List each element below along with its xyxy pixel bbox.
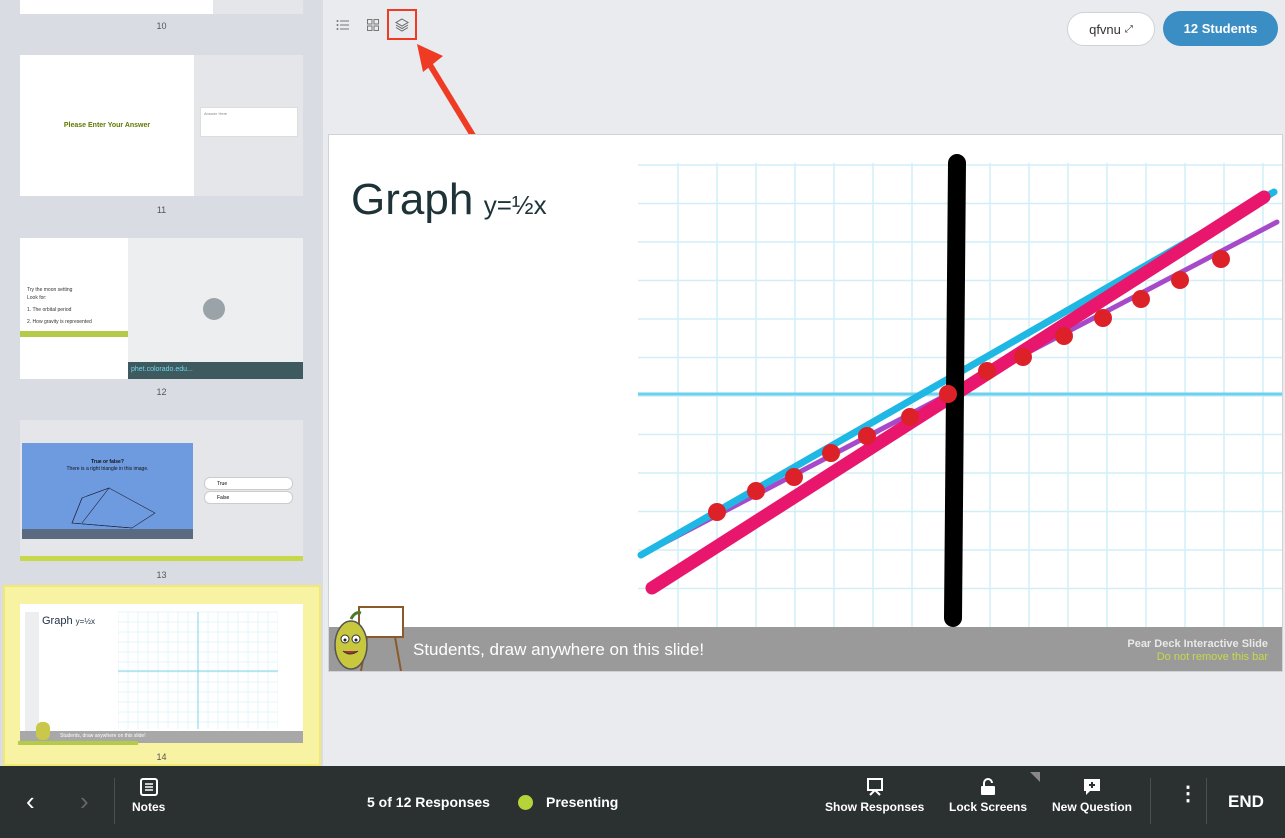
- answer-box: Answer Here: [200, 107, 298, 137]
- pear-deck-footer-bar: Students, draw anywhere on this slide! P…: [329, 627, 1282, 671]
- slide-thumbnail-10[interactable]: [20, 0, 303, 14]
- add-question-icon: [1084, 779, 1100, 795]
- layers-view-button[interactable]: [387, 9, 417, 40]
- drawn-dot: [1212, 250, 1230, 268]
- option-true: True: [204, 477, 293, 490]
- prev-slide-button[interactable]: ‹: [26, 788, 35, 814]
- responses-count[interactable]: 5 of 12 Responses: [367, 794, 490, 810]
- drawn-dot: [1132, 290, 1150, 308]
- dropdown-corner-icon[interactable]: [1030, 772, 1040, 782]
- drawn-dot: [747, 482, 765, 500]
- drawn-dot: [1171, 271, 1189, 289]
- slide-number: 14: [156, 752, 167, 762]
- current-slide[interactable]: Graph y=½x Students, draw anywhere on th…: [328, 134, 1283, 672]
- slide-title: Graph: [42, 615, 73, 627]
- grid-thumbnail: [118, 611, 278, 729]
- slide-prompt: Please Enter Your Answer: [63, 122, 151, 129]
- drawn-dot: [1014, 348, 1032, 366]
- more-options-icon[interactable]: ⋮: [1178, 784, 1198, 804]
- list-view-button[interactable]: [330, 12, 356, 38]
- pear-deck-app: 10 Please Enter Your Answer Answer Here …: [0, 0, 1285, 838]
- pear-mascot-icon: [334, 606, 404, 671]
- grid-icon: [367, 19, 379, 31]
- slide-formula: y=½x: [75, 617, 95, 626]
- students-button[interactable]: 12 Students: [1163, 11, 1278, 46]
- footer-note: Do not remove this bar: [1156, 651, 1268, 663]
- slide-thumbnail-14[interactable]: Graph y=½x Students, draw anywhere on th…: [20, 604, 303, 743]
- globe-icon: [203, 298, 225, 320]
- bottom-toolbar: ‹ › Notes 5 of 12 Responses Presenting S…: [0, 766, 1285, 838]
- slide-thumbnail-12[interactable]: Try the moon setting Look for: 1. The or…: [20, 238, 303, 379]
- slide-number: 12: [156, 387, 167, 397]
- lock-screens-label: Lock Screens: [949, 800, 1028, 814]
- new-question-button[interactable]: New Question: [1052, 778, 1132, 814]
- slide-number: 11: [156, 205, 167, 215]
- grid-view-button[interactable]: [360, 12, 386, 38]
- presenting-status-dot: [518, 795, 533, 810]
- show-responses-button[interactable]: Show Responses: [825, 778, 924, 814]
- drawn-dot: [1055, 327, 1073, 345]
- footer-brand: Pear Deck Interactive Slide: [1127, 638, 1268, 650]
- drawn-dot: [858, 427, 876, 445]
- slide-number: 13: [156, 570, 167, 580]
- triangle-diagram: [71, 487, 156, 529]
- presenting-status: Presenting: [546, 794, 619, 810]
- slide-text-line: Look for:: [27, 295, 47, 301]
- session-code-button[interactable]: qfvnu ⤢: [1067, 12, 1155, 46]
- drawn-dot: [939, 385, 957, 403]
- slide-thumbnail-11[interactable]: Please Enter Your Answer Answer Here: [20, 55, 303, 196]
- slide-sidebar[interactable]: 10 Please Enter Your Answer Answer Here …: [0, 0, 323, 766]
- slide-number: 10: [156, 21, 167, 31]
- drawn-dot: [785, 468, 803, 486]
- slide-text-line: 1. The orbital period: [27, 307, 72, 313]
- slide-link: phet.colorado.edu...: [128, 362, 303, 379]
- new-question-label: New Question: [1052, 800, 1133, 814]
- expand-icon: ⤢: [1124, 23, 1133, 35]
- end-session-button[interactable]: END: [1228, 792, 1264, 812]
- projector-icon: [866, 778, 883, 796]
- layers-icon: [395, 17, 409, 32]
- notes-label: Notes: [132, 800, 166, 814]
- show-responses-label: Show Responses: [825, 800, 925, 814]
- slide-text-line: Try the moon setting: [27, 287, 73, 293]
- drawing-canvas[interactable]: [329, 135, 1283, 672]
- drawn-dot: [901, 408, 919, 426]
- drawn-dot: [708, 503, 726, 521]
- unlock-icon: [981, 778, 996, 795]
- pear-mascot-icon: [36, 722, 50, 740]
- list-icon: [336, 20, 349, 30]
- main-area: qfvnu ⤢ 12 Students Graph y=½x Students,: [325, 0, 1285, 766]
- drawn-dot: [1094, 309, 1112, 327]
- notes-icon: [139, 778, 158, 796]
- drawn-dot: [822, 444, 840, 462]
- notes-button[interactable]: Notes: [132, 778, 165, 814]
- footer-text: Students, draw anywhere on this slide!: [413, 640, 705, 659]
- slide-text-line: 2. How gravity is represented: [27, 319, 92, 325]
- option-false: False: [204, 491, 293, 504]
- lock-screens-button[interactable]: Lock Screens: [949, 778, 1027, 814]
- session-code: qfvnu: [1089, 21, 1121, 37]
- slide-thumbnail-13[interactable]: True or false? There is a right triangle…: [20, 420, 303, 561]
- next-slide-button[interactable]: ›: [80, 788, 89, 814]
- drawn-dot: [978, 362, 996, 380]
- slide-footer-text: Students, draw anywhere on this slide!: [60, 733, 146, 739]
